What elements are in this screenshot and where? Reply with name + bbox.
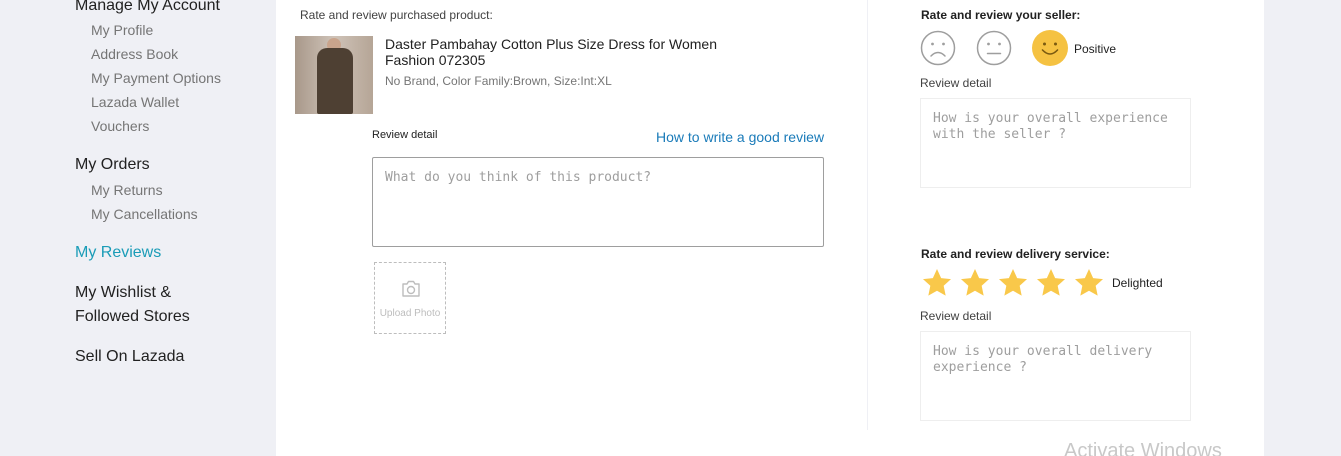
product-thumbnail bbox=[295, 36, 373, 114]
activate-windows-watermark: Activate Windows bbox=[1064, 440, 1222, 456]
seller-rating-label: Positive bbox=[1074, 42, 1117, 56]
camera-icon bbox=[402, 280, 420, 297]
column-divider bbox=[867, 0, 868, 430]
sidebar-item-my-returns[interactable]: My Returns bbox=[91, 178, 163, 202]
product-sku: No Brand, Color Family:Brown, Size:Int:X… bbox=[385, 74, 612, 88]
delivery-review-heading: Rate and review delivery service: bbox=[921, 247, 1110, 261]
star-icon[interactable] bbox=[1035, 267, 1067, 299]
sidebar-wishlist-line2[interactable]: Followed Stores bbox=[75, 305, 190, 329]
seller-review-detail-label: Review detail bbox=[920, 76, 992, 90]
star-icon[interactable] bbox=[1073, 267, 1105, 299]
product-review-textarea[interactable] bbox=[372, 157, 824, 247]
neutral-face-icon[interactable] bbox=[976, 30, 1012, 66]
sidebar-item-my-profile[interactable]: My Profile bbox=[91, 18, 153, 42]
delivery-review-textarea[interactable] bbox=[920, 331, 1191, 421]
star-icon[interactable] bbox=[997, 267, 1029, 299]
product-name: Daster Pambahay Cotton Plus Size Dress f… bbox=[385, 36, 717, 68]
sidebar-item-payment-options[interactable]: My Payment Options bbox=[91, 66, 221, 90]
sidebar-item-address-book[interactable]: Address Book bbox=[91, 42, 178, 66]
star-icon[interactable] bbox=[959, 267, 991, 299]
sidebar-item-vouchers[interactable]: Vouchers bbox=[91, 114, 149, 138]
upload-photo-button[interactable]: Upload Photo bbox=[374, 262, 446, 334]
sidebar-my-orders[interactable]: My Orders bbox=[75, 153, 150, 177]
star-icon[interactable] bbox=[921, 267, 953, 299]
seller-review-heading: Rate and review your seller: bbox=[921, 8, 1081, 22]
positive-face-icon[interactable] bbox=[1032, 30, 1068, 66]
negative-face-icon[interactable] bbox=[920, 30, 956, 66]
upload-photo-label: Upload Photo bbox=[379, 308, 441, 319]
product-review-detail-label: Review detail bbox=[372, 129, 438, 141]
sidebar-wishlist-line1[interactable]: My Wishlist & bbox=[75, 281, 171, 305]
delivery-rating-label: Delighted bbox=[1112, 276, 1163, 290]
account-sidebar: Manage My Account My Profile Address Boo… bbox=[0, 0, 276, 456]
sidebar-my-reviews[interactable]: My Reviews bbox=[75, 241, 161, 265]
product-review-heading: Rate and review purchased product: bbox=[300, 8, 493, 22]
how-to-write-review-link[interactable]: How to write a good review bbox=[656, 129, 824, 145]
sidebar-item-my-cancellations[interactable]: My Cancellations bbox=[91, 202, 198, 226]
delivery-review-detail-label: Review detail bbox=[920, 309, 992, 323]
sidebar-item-lazada-wallet[interactable]: Lazada Wallet bbox=[91, 90, 179, 114]
sidebar-sell-on-lazada[interactable]: Sell On Lazada bbox=[75, 345, 184, 369]
seller-review-textarea[interactable] bbox=[920, 98, 1191, 188]
sidebar-manage-account[interactable]: Manage My Account bbox=[75, 0, 220, 18]
